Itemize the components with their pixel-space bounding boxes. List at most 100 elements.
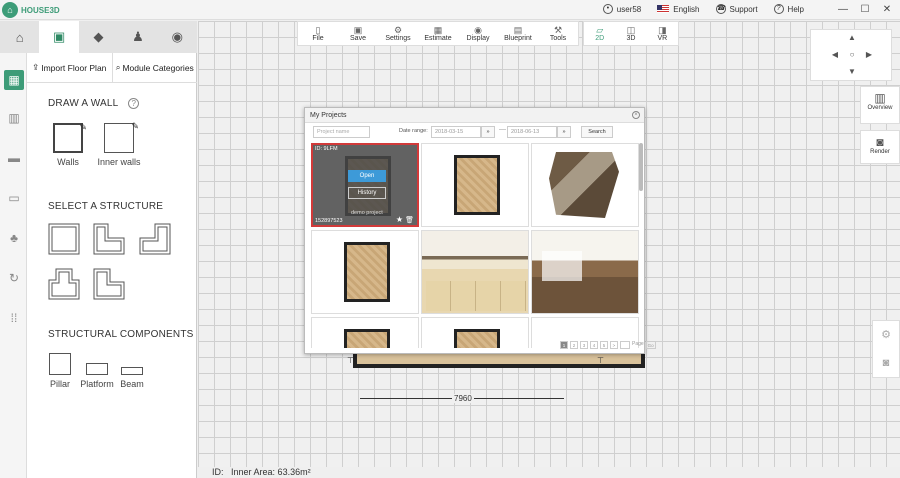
support-icon: ☎	[715, 4, 726, 14]
display-button[interactable]: ◉ Display	[458, 22, 498, 45]
pan-up-icon[interactable]: ▲	[846, 32, 858, 44]
platform-tool[interactable]: Platform	[79, 363, 115, 389]
go-button[interactable]: Go	[645, 341, 656, 349]
floor-plan-thumbnail	[454, 329, 500, 348]
project-card[interactable]	[531, 143, 639, 227]
pencil-icon: ✎	[131, 121, 139, 131]
pan-down-icon[interactable]: ▼	[846, 66, 858, 78]
side-tools: ⚙ ◙	[872, 320, 900, 378]
platform-icon	[86, 363, 108, 375]
map-icon: ▥	[874, 91, 886, 105]
open-button[interactable]: Open	[348, 170, 386, 182]
paint-roller-icon[interactable]: ▬	[4, 148, 24, 168]
close-icon[interactable]: ×	[632, 111, 640, 119]
my-projects-dialog: My Projects × Project name Date range: 2…	[304, 107, 645, 354]
import-floor-plan-tab[interactable]: ⇪ Import Floor Plan	[27, 53, 113, 82]
pillar-icon	[49, 353, 71, 375]
walls-tool[interactable]: ✎ Walls	[48, 122, 88, 167]
next-page-button[interactable]: >	[610, 341, 618, 349]
dim-tick-left: ⊤	[347, 356, 354, 365]
date-from-picker-button[interactable]: »	[481, 126, 495, 138]
plant-icon[interactable]: ♣	[4, 228, 24, 248]
scrollbar[interactable]	[639, 143, 643, 191]
help-icon: ?	[773, 4, 784, 14]
reset-view-icon[interactable]: ○	[846, 49, 858, 61]
reverse-l-shape-room[interactable]	[139, 223, 171, 255]
user-icon: •	[602, 4, 613, 14]
design-tab-icon[interactable]: ▣	[39, 21, 79, 53]
project-card[interactable]	[311, 230, 419, 314]
close-icon[interactable]: ✕	[878, 1, 896, 17]
search-tab-icon[interactable]: ◉	[158, 21, 197, 53]
project-card[interactable]	[421, 230, 529, 314]
date-to-input[interactable]: 2018-06-13	[507, 126, 557, 138]
support-link[interactable]: ☎ Support	[715, 4, 758, 14]
help-icon[interactable]: ?	[128, 98, 140, 109]
project-card[interactable]	[421, 317, 529, 348]
project-card[interactable]	[531, 230, 639, 314]
home-tab-icon[interactable]: ⌂	[0, 21, 39, 53]
snapshot-icon[interactable]: ◙	[873, 349, 899, 377]
pan-left-icon[interactable]: ◀	[829, 49, 841, 61]
house-icon: ⌂	[2, 2, 18, 18]
page-3[interactable]: 3	[580, 341, 588, 349]
square-room-shape[interactable]	[48, 223, 80, 255]
star-icon[interactable]: ★	[396, 215, 403, 224]
components-heading: STRUCTURAL COMPONENTS	[48, 329, 194, 340]
eye-icon: ◉	[474, 25, 482, 35]
pillar-tool[interactable]: Pillar	[48, 353, 72, 389]
blueprint-button[interactable]: ▤ Blueprint	[498, 22, 538, 45]
help-link[interactable]: ? Help	[773, 4, 804, 14]
flag-icon	[657, 5, 670, 13]
floorplan-icon[interactable]: ▦	[4, 70, 24, 90]
view-vr-button[interactable]: ◨ VR	[647, 22, 678, 45]
beam-tool[interactable]: Beam	[119, 367, 145, 389]
maximize-icon[interactable]: ☐	[856, 1, 874, 17]
page-4[interactable]: 4	[590, 341, 598, 349]
refresh-icon[interactable]: ↻	[4, 268, 24, 288]
overview-button[interactable]: ▥ Overview	[860, 86, 900, 124]
page-number-input[interactable]	[620, 341, 630, 349]
tag-tab-icon[interactable]: ◆	[79, 21, 118, 53]
date-to-picker-button[interactable]: »	[557, 126, 571, 138]
page-1[interactable]: 1	[560, 341, 568, 349]
t-shape-room[interactable]	[48, 268, 80, 300]
page-2[interactable]: 2	[570, 341, 578, 349]
page-5[interactable]: 5	[600, 341, 608, 349]
estimate-button[interactable]: ▦ Estimate	[418, 22, 458, 45]
file-button[interactable]: ▯ File	[298, 22, 338, 45]
view-3d-button[interactable]: ◫ 3D	[615, 22, 646, 45]
project-card-selected[interactable]: ID: 9LFM Open History demo project 15289…	[311, 143, 419, 227]
trash-icon[interactable]: 🗑	[405, 216, 414, 224]
project-card[interactable]	[311, 317, 419, 348]
user-tab-icon[interactable]: ♟	[118, 21, 157, 53]
dining-render-thumbnail	[532, 231, 638, 313]
view-mode-toolbar: ▱ 2D ◫ 3D ◨ VR	[583, 21, 679, 46]
settings-button[interactable]: ⚙ Settings	[378, 22, 418, 45]
language-menu[interactable]: English	[657, 5, 700, 14]
blueprint-icon: ▤	[513, 25, 523, 35]
module-categories-tab[interactable]: ⌕ Module Categories	[113, 53, 198, 82]
view-2d-button[interactable]: ▱ 2D	[584, 22, 615, 45]
save-icon: ▣	[353, 25, 363, 35]
date-from-input[interactable]: 2018-03-15	[431, 126, 481, 138]
door-icon[interactable]: ▥	[4, 108, 24, 128]
settings-cube-icon[interactable]: ⚙	[873, 321, 899, 349]
minimize-icon[interactable]: —	[834, 1, 852, 17]
pan-right-icon[interactable]: ▶	[863, 49, 875, 61]
tools-button[interactable]: ⚒ Tools	[538, 22, 578, 45]
user-menu[interactable]: • user58	[602, 4, 641, 14]
inner-walls-tool[interactable]: ✎ Inner walls	[94, 121, 144, 167]
project-name-input[interactable]: Project name	[313, 126, 370, 138]
history-button[interactable]: History	[348, 187, 386, 199]
floor-plan-thumbnail	[344, 329, 390, 348]
project-card[interactable]	[421, 143, 529, 227]
l-shape-room[interactable]	[93, 223, 125, 255]
grid-icon[interactable]: ⁞⁞	[4, 308, 24, 328]
save-button[interactable]: ▣ Save	[338, 22, 378, 45]
search-button[interactable]: Search	[581, 126, 613, 138]
kitchen-render-thumbnail	[422, 231, 528, 313]
render-button[interactable]: ◙ Render	[860, 130, 900, 164]
step-shape-room[interactable]	[93, 268, 125, 300]
sofa-icon[interactable]: ▭	[4, 188, 24, 208]
